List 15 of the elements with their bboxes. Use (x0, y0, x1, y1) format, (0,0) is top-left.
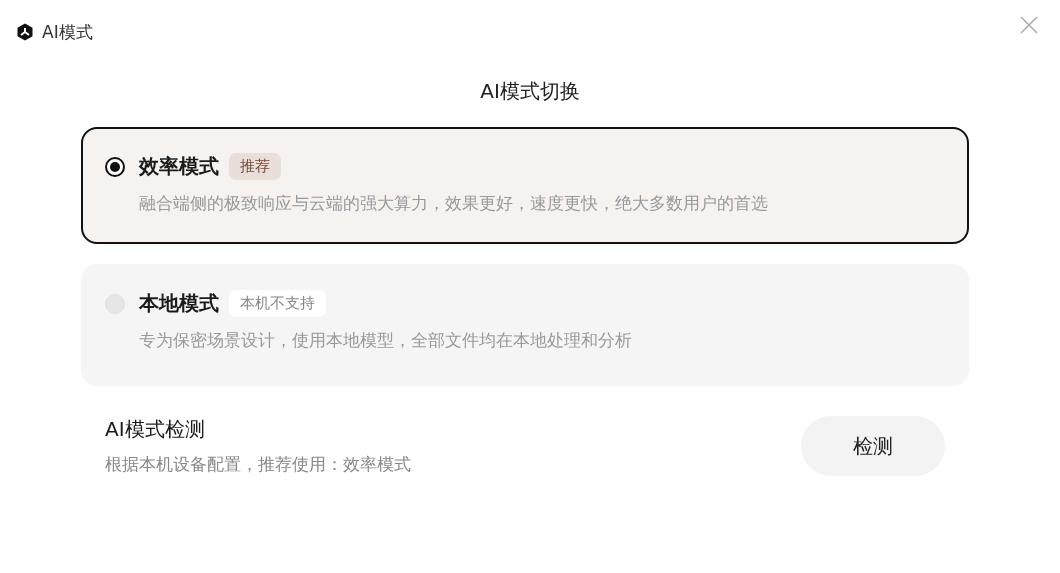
detection-hint: 根据本机设备配置，推荐使用：效率模式 (105, 453, 411, 476)
close-icon[interactable] (1018, 14, 1040, 36)
mode-badge: 推荐 (229, 153, 281, 180)
mode-description: 融合端侧的极致响应与云端的强大算力，效果更好，速度更快，绝大多数用户的首选 (138, 192, 769, 215)
app-logo-icon (16, 23, 34, 41)
mode-option-card[interactable]: 效率模式 推荐 融合端侧的极致响应与云端的强大算力，效果更好，速度更快，绝大多数用户的首选 (81, 127, 969, 244)
detection-title: AI模式检测 (105, 416, 206, 443)
mode-name: 效率模式 (139, 153, 219, 180)
mode-description: 专为保密场景设计，使用本地模型，全部文件均在本地处理和分析 (138, 329, 633, 352)
detect-button[interactable]: 检测 (801, 416, 945, 476)
mode-badge: 本机不支持 (229, 290, 326, 317)
mode-name: 本地模式 (139, 290, 219, 317)
dialog-heading: AI模式切换 (480, 78, 580, 105)
radio-button[interactable] (105, 156, 125, 177)
window-title: AI模式 (42, 20, 93, 44)
